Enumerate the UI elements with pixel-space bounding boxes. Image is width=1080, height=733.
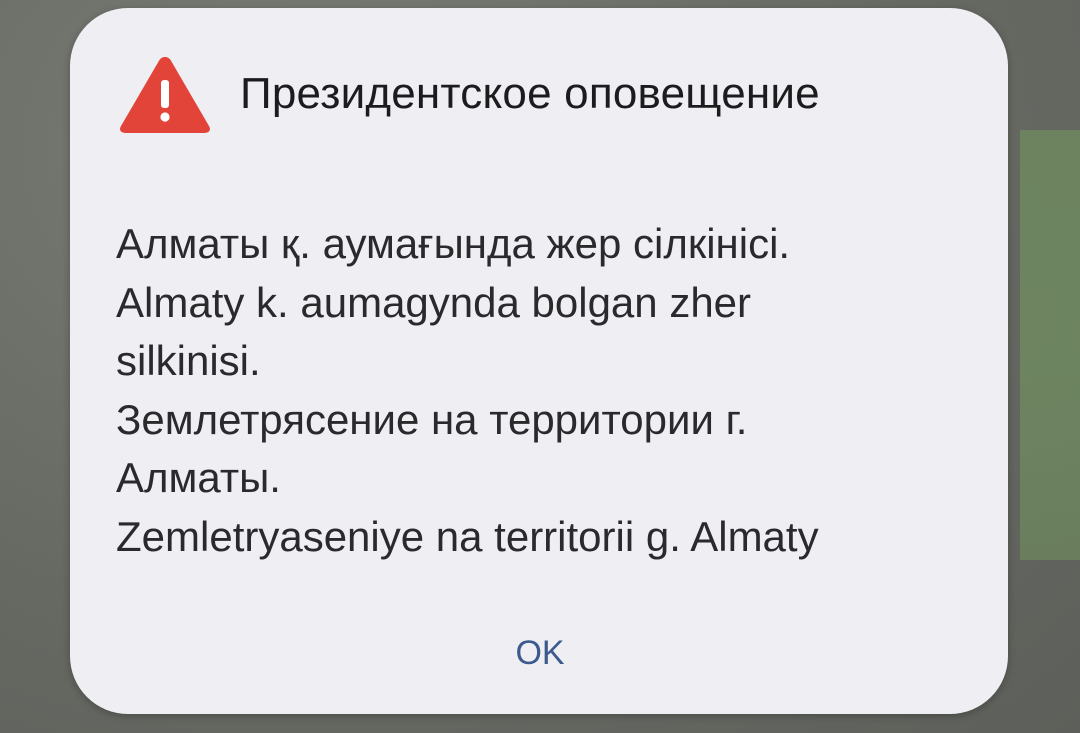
alert-header: Президентское оповещение: [118, 53, 820, 135]
message-line: Almaty k. aumagynda bolgan zher: [116, 278, 752, 326]
alert-message: Алматы қ. аумағында жер сілкінісі. Almat…: [116, 215, 976, 566]
message-line: silkinisi.: [116, 337, 261, 384]
message-line: Землетрясение на территории г.: [116, 395, 748, 443]
message-line: Zemletryaseniye na territorii g. Almaty: [116, 512, 819, 560]
message-line: Алматы.: [116, 454, 281, 501]
alert-title: Президентское оповещение: [240, 69, 820, 118]
alert-dialog: Президентское оповещение Алматы қ. аумағ…: [70, 8, 1008, 714]
message-line: Алматы қ. аумағында жер сілкінісі.: [116, 220, 791, 267]
ok-button[interactable]: OK: [470, 618, 610, 688]
background-chat-bubble: [1020, 130, 1080, 560]
warning-triangle-icon: [120, 57, 210, 133]
